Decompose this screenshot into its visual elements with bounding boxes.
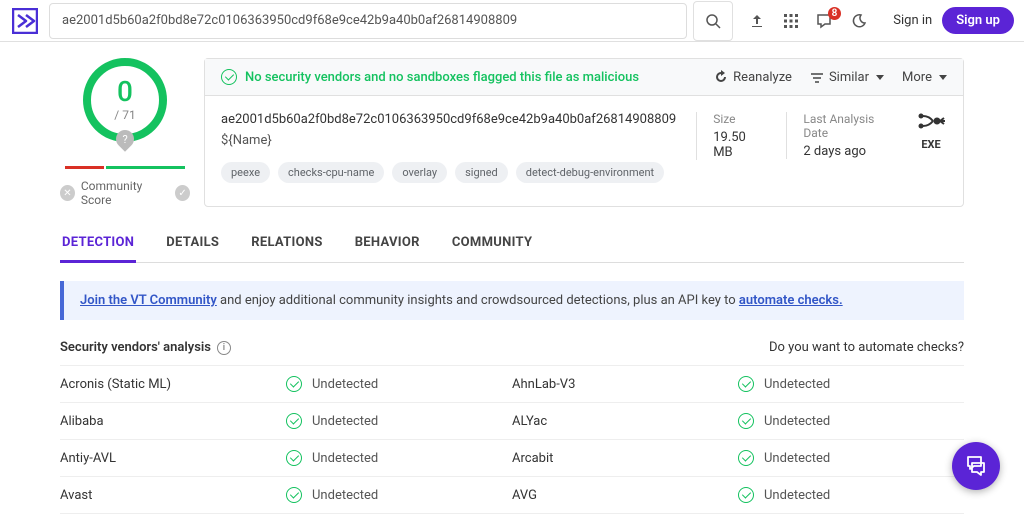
vendor-name: ALYac [512,414,668,429]
vendor-status: Undetected [312,414,378,429]
tag[interactable]: signed [455,162,508,183]
community-score-label: Community Score [81,179,169,207]
vendor-name: Antiy-AVL [60,451,216,466]
apps-icon[interactable] [775,5,807,37]
vendors-title: Security vendors' analysis [60,340,211,355]
vendor-row: Avast Undetected AVG Undetected [60,477,964,514]
tag[interactable]: detect-debug-environment [516,162,664,183]
tab-detection[interactable]: DETECTION [60,225,136,263]
verdict-text: No security vendors and no sandboxes fla… [245,70,639,85]
check-circle-icon [286,413,302,429]
vendor-name: AhnLab-V3 [512,377,668,392]
tab-relations[interactable]: RELATIONS [249,225,324,262]
more-button[interactable]: More [902,70,947,85]
join-community-link[interactable]: Join the VT Community [80,293,217,308]
last-analysis-value: 2 days ago [803,144,891,159]
tab-behavior[interactable]: BEHAVIOR [353,225,422,262]
vendor-status: Undetected [312,377,378,392]
upload-icon[interactable] [741,5,773,37]
vendor-row: Antiy-AVL Undetected Arcabit Undetected [60,440,964,477]
check-circle-icon [286,450,302,466]
notification-badge: 8 [828,7,842,20]
logo[interactable] [9,5,41,37]
filetype-badge: EXE [915,138,947,151]
chat-fab[interactable] [952,442,1000,490]
vendor-name: Acronis (Static ML) [60,377,216,392]
vendor-status: Undetected [764,377,830,392]
gauge-denominator: / 71 [114,108,135,122]
check-icon: ✓ [175,185,190,201]
check-circle-icon [221,69,237,85]
promo-banner: Join the VT Community and enjoy addition… [60,281,964,320]
size-value: 19.50 MB [713,130,762,160]
vendor-name: AVG [512,488,668,503]
signin-link[interactable]: Sign in [883,13,942,28]
info-icon[interactable]: i [217,341,231,355]
automate-checks-link[interactable]: automate checks. [739,293,843,308]
chevron-down-icon [939,75,947,80]
vendor-name: Arcabit [512,451,668,466]
size-label: Size [713,112,762,126]
tab-community[interactable]: COMMUNITY [450,225,535,262]
search-input[interactable]: ae2001d5b60a2f0bd8e72c0106363950cd9f68e9… [49,3,687,39]
check-circle-icon [286,487,302,503]
reanalyze-button[interactable]: Reanalyze [714,70,792,85]
vendor-status: Undetected [764,451,830,466]
chevron-down-icon [876,75,884,80]
automate-link[interactable]: Do you want to automate checks? [769,340,964,355]
tag[interactable]: checks-cpu-name [278,162,384,183]
vendor-row: Alibaba Undetected ALYac Undetected [60,403,964,440]
check-circle-icon [738,376,754,392]
vendor-status: Undetected [312,451,378,466]
vendor-status: Undetected [312,488,378,503]
file-hash: ae2001d5b60a2f0bd8e72c0106363950cd9f68e9… [221,112,676,127]
vendor-name: Alibaba [60,414,216,429]
check-circle-icon [738,487,754,503]
check-circle-icon [738,450,754,466]
score-bar [65,166,185,169]
similar-button[interactable]: Similar [810,70,884,85]
filetype-icon [915,112,947,138]
search-icon[interactable] [693,1,733,41]
vendor-status: Undetected [764,414,830,429]
tag[interactable]: overlay [392,162,447,183]
vendor-status: Undetected [764,488,830,503]
notifications-icon[interactable]: 8 [809,5,841,37]
check-circle-icon [286,376,302,392]
theme-icon[interactable] [843,5,875,37]
file-name: ${Name} [221,133,676,148]
last-analysis-label: Last Analysis Date [803,112,891,140]
signup-button[interactable]: Sign up [942,7,1014,34]
tag[interactable]: peexe [221,162,270,183]
tab-details[interactable]: DETAILS [164,225,221,262]
gauge-numerator: 0 [117,78,133,106]
vendor-name: Avast [60,488,216,503]
check-circle-icon [738,413,754,429]
vendor-row: Acronis (Static ML) Undetected AhnLab-V3 Un… [60,366,964,403]
x-icon: ✕ [60,185,75,201]
